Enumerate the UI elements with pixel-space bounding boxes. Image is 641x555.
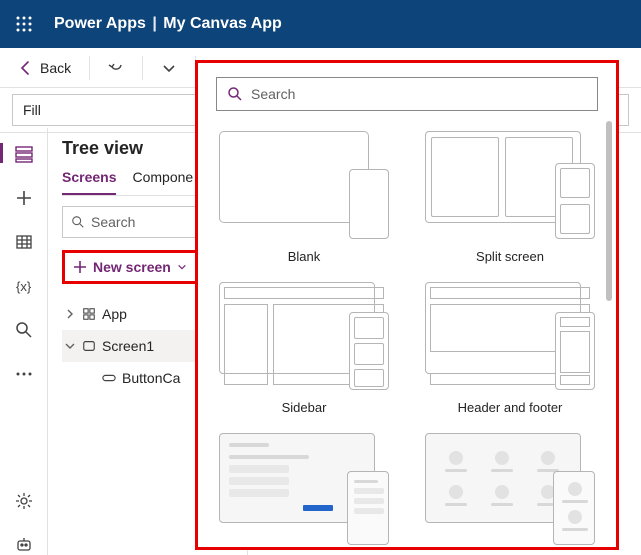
tree-item-label: App	[102, 306, 127, 322]
template-preview-a[interactable]	[216, 433, 392, 541]
back-label: Back	[40, 60, 71, 76]
insert-icon[interactable]	[14, 188, 34, 208]
template-thumb	[425, 282, 595, 390]
template-label: Split screen	[476, 249, 544, 264]
left-rail: {x}	[0, 128, 48, 555]
separator	[89, 56, 90, 80]
topbar-separator: |	[150, 15, 158, 32]
chevron-down-icon	[177, 262, 187, 272]
popup-search-placeholder: Search	[251, 86, 295, 102]
arrow-left-icon	[18, 60, 34, 76]
scrollbar[interactable]	[606, 121, 612, 301]
button-icon	[102, 371, 116, 385]
top-app-bar: Power Apps | My Canvas App	[0, 0, 641, 48]
template-label: Sidebar	[282, 400, 327, 415]
template-preview-b[interactable]	[422, 433, 598, 541]
more-icon[interactable]	[14, 364, 34, 384]
template-thumb	[219, 282, 389, 390]
data-icon[interactable]	[14, 232, 34, 252]
template-thumb	[219, 131, 389, 239]
topbar-title: Power Apps | My Canvas App	[54, 15, 282, 33]
tree-item-label: Screen1	[102, 338, 154, 354]
screen-icon	[82, 339, 96, 353]
tree-view-icon[interactable]	[14, 144, 34, 164]
undo-icon	[108, 60, 124, 76]
popup-search-input[interactable]: Search	[216, 77, 598, 111]
template-grid: Blank Split screen Sidebar Header and fo…	[216, 131, 598, 541]
tree-search-placeholder: Search	[91, 214, 135, 230]
chevron-down-icon	[64, 339, 76, 353]
svg-text:{x}: {x}	[16, 279, 32, 294]
undo-dropdown[interactable]	[153, 54, 185, 82]
template-thumb	[425, 131, 595, 239]
property-name: Fill	[23, 102, 41, 118]
template-thumb	[425, 433, 595, 541]
tree-item-label: ButtonCa	[122, 370, 180, 386]
product-name: Power Apps	[54, 15, 146, 32]
chevron-right-icon	[64, 307, 76, 321]
template-header-footer[interactable]: Header and footer	[422, 282, 598, 415]
search-icon[interactable]	[14, 320, 34, 340]
virtual-agent-icon[interactable]	[14, 535, 34, 555]
new-screen-popup: Search Blank Split screen Sidebar	[195, 60, 619, 550]
undo-button[interactable]	[100, 54, 132, 82]
back-button[interactable]: Back	[10, 54, 79, 82]
template-split-screen[interactable]: Split screen	[422, 131, 598, 264]
plus-icon	[73, 260, 87, 274]
template-thumb	[219, 433, 389, 541]
variables-icon[interactable]: {x}	[14, 276, 34, 296]
app-launcher-icon[interactable]	[8, 8, 40, 40]
separator	[142, 56, 143, 80]
template-blank[interactable]: Blank	[216, 131, 392, 264]
template-sidebar[interactable]: Sidebar	[216, 282, 392, 415]
chevron-down-icon	[161, 60, 177, 76]
template-label: Blank	[288, 249, 321, 264]
tab-components[interactable]: Compone	[132, 169, 193, 195]
new-screen-label: New screen	[93, 259, 171, 275]
app-icon	[82, 307, 96, 321]
new-screen-button[interactable]: New screen	[62, 250, 198, 284]
settings-icon[interactable]	[14, 491, 34, 511]
search-icon	[71, 215, 85, 229]
search-icon	[227, 86, 243, 102]
template-label: Header and footer	[458, 400, 563, 415]
app-name: My Canvas App	[163, 15, 282, 32]
tab-screens[interactable]: Screens	[62, 169, 116, 195]
